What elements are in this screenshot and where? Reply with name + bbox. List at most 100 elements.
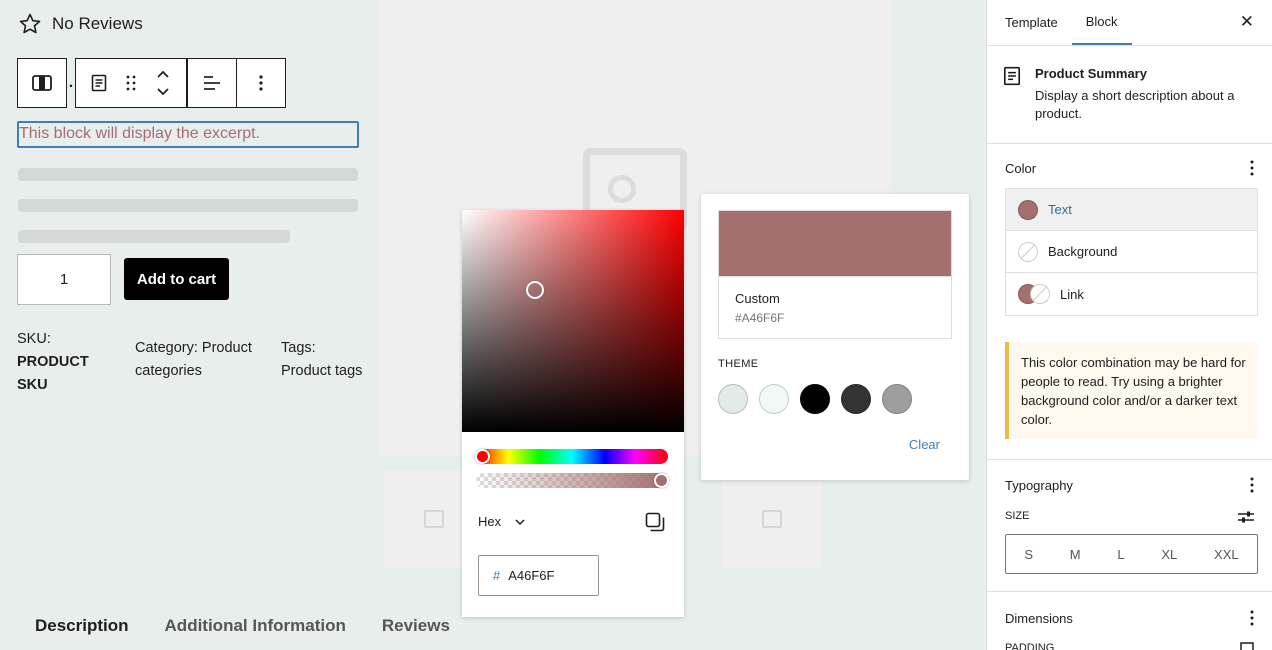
category-value: categories — [135, 363, 202, 379]
theme-color-swatch-4[interactable] — [841, 384, 871, 414]
hash-prefix: # — [493, 568, 501, 583]
sku-meta: SKU: PRODUCT SKU — [17, 328, 89, 397]
link-hover-color-dot — [1030, 284, 1050, 304]
alpha-handle[interactable] — [654, 473, 669, 488]
current-color-swatch[interactable] — [718, 210, 952, 276]
text-skeleton-line — [18, 168, 358, 181]
color-item-link[interactable]: Link — [1006, 273, 1257, 315]
quantity-input[interactable]: 1 — [17, 254, 111, 305]
color-panel: Color Text Background Link This color co… — [987, 144, 1272, 460]
color-format-select[interactable]: Hex — [478, 514, 525, 529]
category-meta: Category: Product categories — [135, 337, 252, 383]
block-tools-group — [75, 58, 286, 108]
color-format-value: Hex — [478, 514, 502, 529]
color-indicator — [1018, 199, 1038, 220]
move-up-down-button[interactable] — [140, 59, 186, 107]
color-palette-popover: Custom #A46F6F THEME Clear — [701, 194, 969, 480]
font-size-option-m[interactable]: M — [1070, 547, 1081, 562]
theme-color-swatches — [718, 384, 912, 414]
drag-handle-icon — [126, 75, 136, 91]
theme-color-swatch-5[interactable] — [882, 384, 912, 414]
color-item-text[interactable]: Text — [1006, 189, 1257, 231]
toolbar-separator: . — [68, 74, 74, 91]
tab-description[interactable]: Description — [17, 610, 147, 650]
sku-value: PRODUCT — [17, 354, 89, 370]
alpha-slider[interactable] — [476, 473, 668, 488]
category-value: Product — [201, 340, 252, 356]
block-switcher-group — [17, 58, 67, 108]
more-vertical-icon[interactable] — [1250, 160, 1254, 176]
copy-icon[interactable] — [645, 512, 665, 532]
color-indicator — [1018, 284, 1050, 304]
dimensions-panel-title: Dimensions — [1005, 610, 1073, 626]
theme-color-swatch-1[interactable] — [718, 384, 748, 414]
font-size-picker: S M L XL XXL — [1005, 534, 1258, 574]
block-switcher-button[interactable] — [18, 59, 66, 107]
padding-label: PADDING — [1005, 642, 1055, 650]
hue-slider[interactable] — [476, 449, 668, 464]
custom-color-name: Custom — [735, 291, 780, 306]
hue-handle[interactable] — [475, 449, 490, 464]
document-icon — [1003, 66, 1021, 86]
align-button[interactable] — [188, 59, 236, 107]
clear-button[interactable]: Clear — [909, 437, 940, 452]
block-title: Product Summary — [1035, 66, 1147, 81]
color-panel-title: Color — [1005, 160, 1037, 176]
sku-label: SKU: — [17, 331, 51, 347]
hex-value: A46F6F — [508, 568, 555, 583]
more-vertical-icon[interactable] — [1250, 610, 1254, 626]
tab-template[interactable]: Template — [991, 0, 1072, 45]
theme-colors-label: THEME — [718, 358, 759, 370]
image-icon — [424, 510, 444, 528]
color-picker-popover: Hex # A46F6F — [462, 210, 684, 617]
tags-label: Tags: — [281, 340, 316, 356]
image-icon — [762, 510, 782, 528]
font-size-option-xxl[interactable]: XXL — [1214, 547, 1239, 562]
custom-color-code: #A46F6F — [735, 311, 785, 325]
saturation-handle[interactable] — [526, 281, 544, 299]
hex-input[interactable]: # A46F6F — [478, 555, 599, 596]
add-to-cart-button[interactable]: Add to cart — [124, 258, 229, 300]
tab-block[interactable]: Block — [1071, 0, 1132, 45]
text-skeleton-line — [18, 230, 290, 243]
tags-value: Product tags — [281, 363, 363, 379]
editor-canvas: No Reviews . This block will display the… — [0, 0, 986, 650]
more-options-button[interactable] — [237, 59, 285, 107]
close-icon[interactable]: ✕ — [1240, 12, 1254, 32]
block-switcher-icon — [32, 75, 52, 91]
drag-handle[interactable] — [122, 59, 140, 107]
text-skeleton-line — [18, 199, 358, 212]
tab-reviews[interactable]: Reviews — [364, 610, 468, 650]
tab-additional-information[interactable]: Additional Information — [147, 610, 364, 650]
product-summary-block[interactable]: This block will display the excerpt. — [17, 121, 359, 148]
block-card: Product Summary Display a short descript… — [987, 46, 1272, 144]
product-summary-block-button[interactable] — [76, 59, 122, 107]
font-size-option-l[interactable]: L — [1117, 547, 1124, 562]
product-tabs: Description Additional Information Revie… — [17, 610, 468, 650]
contrast-warning: This color combination may be hard for p… — [1005, 342, 1258, 439]
current-color-info: Custom #A46F6F — [718, 276, 952, 339]
link-sides-icon[interactable] — [1240, 642, 1254, 650]
color-item-label: Background — [1048, 244, 1118, 259]
typography-panel-title: Typography — [1005, 477, 1073, 493]
typography-panel: Typography SIZE S M L XL XXL — [987, 460, 1272, 592]
theme-color-swatch-3[interactable] — [800, 384, 830, 414]
font-size-option-s[interactable]: S — [1024, 547, 1033, 562]
more-vertical-icon[interactable] — [1250, 477, 1254, 493]
color-indicator — [1018, 242, 1038, 262]
settings-sliders-icon[interactable] — [1238, 510, 1254, 524]
font-size-option-xl[interactable]: XL — [1161, 547, 1177, 562]
block-description: Display a short description about a prod… — [1035, 88, 1235, 121]
chevron-down-icon — [515, 518, 525, 525]
color-item-background[interactable]: Background — [1006, 231, 1257, 273]
saturation-area[interactable] — [462, 210, 684, 432]
category-label: Category: — [135, 340, 198, 356]
theme-color-swatch-2[interactable] — [759, 384, 789, 414]
color-item-label: Link — [1060, 286, 1084, 302]
document-icon — [91, 74, 107, 92]
size-label: SIZE — [1005, 510, 1030, 522]
product-rating: No Reviews — [18, 12, 143, 36]
block-toolbar: . — [17, 58, 286, 108]
color-item-label: Text — [1048, 202, 1072, 217]
align-left-icon — [203, 76, 220, 90]
